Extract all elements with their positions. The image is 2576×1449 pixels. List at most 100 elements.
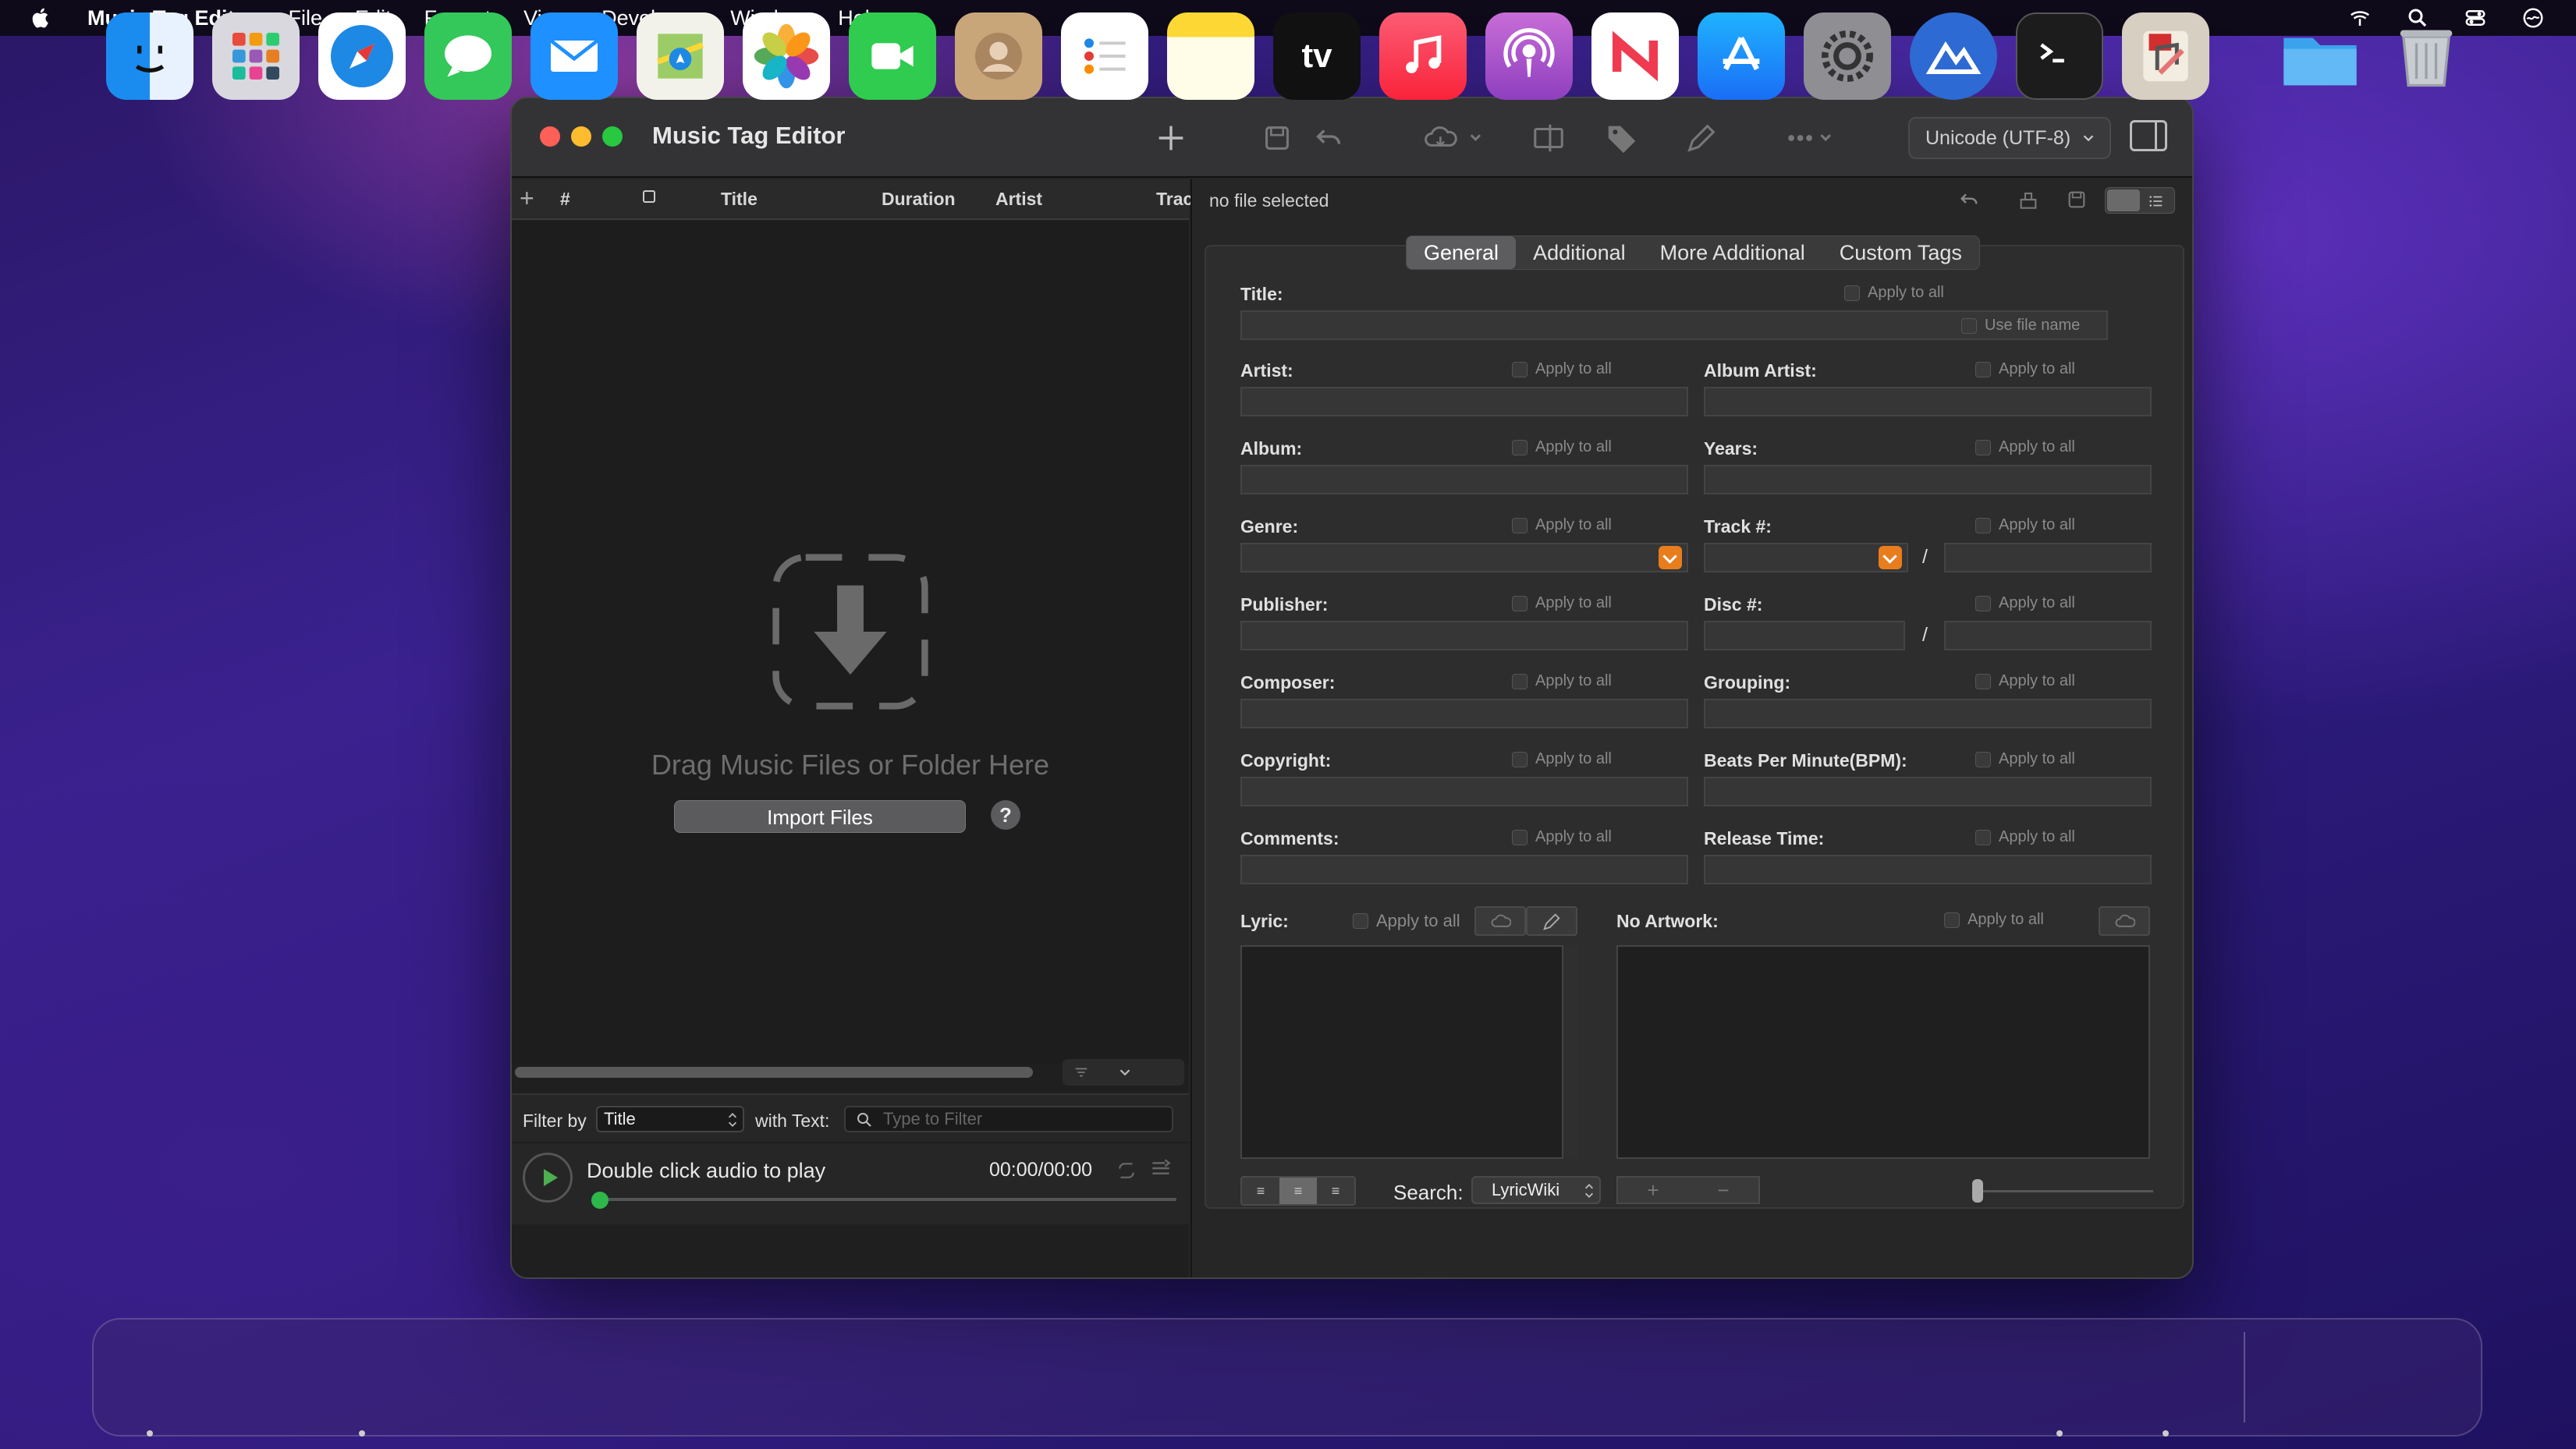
column-artist[interactable]: Artist xyxy=(995,189,1042,210)
filter-text-input[interactable]: Type to Filter xyxy=(844,1106,1173,1132)
lyric-alignment-control[interactable]: ≡ ≡ ≡ xyxy=(1240,1176,1356,1206)
reminders-icon[interactable] xyxy=(1061,12,1148,100)
artist-field[interactable] xyxy=(1240,387,1688,416)
trash-icon[interactable] xyxy=(2383,12,2470,100)
album-artist-field[interactable] xyxy=(1704,387,2152,416)
apple-menu-icon[interactable] xyxy=(30,6,53,30)
siri-icon[interactable] xyxy=(2521,6,2545,30)
lyric-text-area[interactable] xyxy=(1240,945,1577,1159)
sidebar-toggle-icon[interactable] xyxy=(2130,120,2167,151)
add-artwork-button[interactable]: + xyxy=(1618,1178,1688,1203)
genre-combo-field[interactable] xyxy=(1240,543,1688,572)
finder-icon[interactable] xyxy=(106,12,193,100)
add-column-icon[interactable]: + xyxy=(520,184,534,213)
release-time-field[interactable] xyxy=(1704,855,2152,884)
list-view-icon[interactable] xyxy=(2146,193,2166,210)
years-field[interactable] xyxy=(1704,465,2152,494)
undo-icon[interactable] xyxy=(1311,120,1347,156)
align-left-icon[interactable]: ≡ xyxy=(1242,1178,1279,1204)
album-field[interactable] xyxy=(1240,465,1688,494)
tab-additional[interactable]: Additional xyxy=(1516,236,1643,269)
view-mode-toggle[interactable] xyxy=(2105,187,2175,214)
column-number[interactable]: # xyxy=(560,189,570,210)
save-tags-icon[interactable] xyxy=(2064,187,2089,212)
tab-more-additional[interactable]: More Additional xyxy=(1643,236,1822,269)
safari-icon[interactable] xyxy=(318,12,406,100)
column-duration[interactable]: Duration xyxy=(882,189,956,210)
artwork-zoom-knob[interactable] xyxy=(1972,1179,1983,1203)
grouping-field[interactable] xyxy=(1704,699,2152,728)
import-files-button[interactable]: Import Files xyxy=(674,800,966,833)
track-total-field[interactable] xyxy=(1944,543,2152,572)
album-artist-apply-to-all[interactable]: Apply to all xyxy=(1975,360,2075,378)
artwork-area[interactable] xyxy=(1616,945,2150,1159)
horizontal-scrollbar[interactable] xyxy=(515,1067,1033,1078)
track-dropdown-icon[interactable] xyxy=(1879,546,1902,569)
publisher-field[interactable] xyxy=(1240,621,1688,650)
column-title[interactable]: Title xyxy=(721,189,758,210)
mail-icon[interactable] xyxy=(530,12,618,100)
lyric-edit-button[interactable] xyxy=(1526,906,1577,936)
lyric-scrollbar[interactable] xyxy=(1562,945,1577,1159)
altitude-app-icon[interactable] xyxy=(1910,12,1997,100)
artwork-download-button[interactable] xyxy=(2099,906,2150,936)
app-store-icon[interactable] xyxy=(1698,12,1785,100)
track-number-field[interactable] xyxy=(1704,543,1908,572)
copyright-apply-to-all[interactable]: Apply to all xyxy=(1512,750,1612,768)
disc-total-field[interactable] xyxy=(1944,621,2152,650)
music-tag-editor-icon[interactable] xyxy=(2122,12,2209,100)
playback-progress-knob[interactable] xyxy=(591,1192,609,1209)
downloads-folder-icon[interactable] xyxy=(2276,12,2364,100)
play-button[interactable] xyxy=(523,1153,573,1203)
tag-icon[interactable] xyxy=(1604,120,1640,156)
form-view-icon[interactable] xyxy=(2107,190,2140,211)
notes-icon[interactable] xyxy=(1167,12,1254,100)
genre-dropdown-icon[interactable] xyxy=(1659,546,1682,569)
artwork-column-icon[interactable] xyxy=(643,190,655,203)
more-actions-icon[interactable] xyxy=(1783,120,1838,156)
save-icon[interactable] xyxy=(1259,120,1295,156)
clear-tags-icon[interactable] xyxy=(2016,187,2041,212)
terminal-icon[interactable] xyxy=(2016,12,2103,100)
composer-apply-to-all[interactable]: Apply to all xyxy=(1512,672,1612,690)
track-apply-to-all[interactable]: Apply to all xyxy=(1975,516,2075,534)
launchpad-icon[interactable] xyxy=(212,12,300,100)
minimize-window-button[interactable] xyxy=(571,126,591,147)
encoding-select[interactable]: Unicode (UTF-8) xyxy=(1908,117,2111,159)
edit-pencil-icon[interactable] xyxy=(1684,120,1719,156)
copyright-field[interactable] xyxy=(1240,777,1688,806)
comments-apply-to-all[interactable]: Apply to all xyxy=(1512,828,1612,846)
music-icon[interactable] xyxy=(1379,12,1467,100)
maps-icon[interactable] xyxy=(637,12,724,100)
help-button[interactable]: ? xyxy=(991,800,1020,830)
maximize-window-button[interactable] xyxy=(602,126,623,147)
use-file-name-checkbox[interactable]: Use file name xyxy=(1961,317,2080,335)
rename-icon[interactable] xyxy=(1531,120,1567,156)
release-time-apply-to-all[interactable]: Apply to all xyxy=(1975,828,2075,846)
disc-apply-to-all[interactable]: Apply to all xyxy=(1975,594,2075,612)
disc-number-field[interactable] xyxy=(1704,621,1905,650)
revert-icon[interactable] xyxy=(1957,187,1982,212)
align-center-icon[interactable]: ≡ xyxy=(1279,1178,1317,1204)
close-window-button[interactable] xyxy=(540,126,560,147)
messages-icon[interactable] xyxy=(424,12,512,100)
years-apply-to-all[interactable]: Apply to all xyxy=(1975,438,2075,456)
cloud-download-icon[interactable] xyxy=(1421,120,1492,156)
playlist-icon[interactable] xyxy=(1148,1156,1173,1181)
artwork-apply-to-all[interactable]: Apply to all xyxy=(1944,911,2044,929)
apple-tv-icon[interactable]: tv xyxy=(1273,12,1361,100)
list-options-control[interactable] xyxy=(1063,1059,1184,1086)
playback-progress-track[interactable] xyxy=(596,1198,1176,1201)
drop-zone[interactable]: Drag Music Files or Folder Here Import F… xyxy=(512,221,1189,1064)
system-preferences-icon[interactable] xyxy=(1804,12,1891,100)
tab-custom-tags[interactable]: Custom Tags xyxy=(1822,236,1979,269)
news-icon[interactable] xyxy=(1591,12,1679,100)
grouping-apply-to-all[interactable]: Apply to all xyxy=(1975,672,2075,690)
photos-icon[interactable] xyxy=(743,12,830,100)
genre-apply-to-all[interactable]: Apply to all xyxy=(1512,516,1612,534)
publisher-apply-to-all[interactable]: Apply to all xyxy=(1512,594,1612,612)
composer-field[interactable] xyxy=(1240,699,1688,728)
lyric-apply-to-all[interactable]: Apply to all xyxy=(1353,911,1460,931)
add-icon[interactable] xyxy=(1153,120,1189,156)
filter-by-select[interactable]: Title xyxy=(596,1106,744,1132)
